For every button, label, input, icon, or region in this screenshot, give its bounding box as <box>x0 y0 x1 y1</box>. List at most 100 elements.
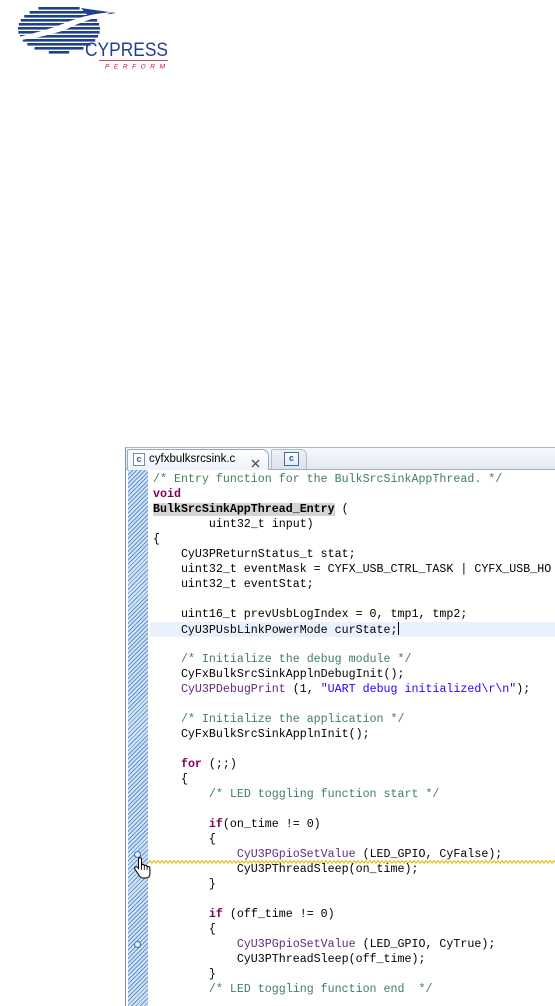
code-line[interactable]: CyU3PGpioSetValue (LED_GPIO, CyFalse); <box>134 847 555 865</box>
code-line[interactable]: } <box>150 967 555 982</box>
code-line[interactable]: if (off_time != 0) <box>150 907 555 922</box>
code-line[interactable]: uint16_t prevUsbLogIndex = 0, tmp1, tmp2… <box>150 607 555 622</box>
code-line[interactable]: uint32_t eventStat; <box>150 577 555 592</box>
plain-token: (off_time != 0) <box>222 908 335 921</box>
plain-token: CyU3PThreadSleep(on_time); <box>153 863 419 876</box>
code-line[interactable]: /* LED toggling function end */ <box>150 982 555 997</box>
code-line[interactable]: { <box>150 772 555 787</box>
code-line[interactable] <box>150 697 555 712</box>
code-line[interactable]: /* LED toggling function start */ <box>150 787 555 802</box>
c-source-file-icon: c <box>133 453 145 466</box>
globe-stripe <box>38 7 80 10</box>
keyword-token: if <box>208 908 223 921</box>
plain-token: (LED_GPIO, CyTrue); <box>355 938 496 951</box>
code-line[interactable]: CyFxBulkSrcSinkApplnDebugInit(); <box>150 667 555 682</box>
ruler-marker-icon[interactable] <box>134 941 141 948</box>
logo-wordmark: CYPRESS <box>85 40 168 61</box>
plain-token: (1, <box>285 683 321 696</box>
code-line[interactable]: if(on_time != 0) <box>150 817 555 832</box>
globe-stripe <box>27 43 91 46</box>
code-text-area[interactable]: /* Entry function for the BulkSrcSinkApp… <box>134 472 555 1006</box>
code-line[interactable]: { <box>150 832 555 847</box>
plain-token: CyFxBulkSrcSinkApplnInit(); <box>153 728 370 741</box>
code-line[interactable] <box>150 802 555 817</box>
comment-token: /* Entry function for the BulkSrcSinkApp… <box>153 473 503 486</box>
globe-stripe <box>29 11 89 14</box>
text-caret <box>397 622 399 635</box>
logo-tagline: PERFORM <box>105 64 166 71</box>
globe-stripe <box>34 47 84 50</box>
code-line[interactable] <box>150 592 555 607</box>
code-line[interactable]: uint32_t input) <box>150 517 555 532</box>
macro-token: CyU3PDebugPrint <box>180 683 286 696</box>
editor-tab-bar: c cyfxbulksrcsink.c c <box>126 448 555 470</box>
comment-token: /* LED toggling function end */ <box>208 983 433 996</box>
code-line[interactable]: CyU3PReturnStatus_t stat; <box>150 547 555 562</box>
code-line[interactable]: CyFxBulkSrcSinkApplnInit(); <box>150 727 555 742</box>
plain-token: (on_time != 0) <box>222 818 321 831</box>
globe-stripe <box>48 51 70 54</box>
code-line[interactable] <box>150 637 555 652</box>
code-line[interactable]: { <box>150 532 555 547</box>
code-line[interactable]: } <box>150 877 555 892</box>
code-line[interactable]: /* Initialize the application */ <box>150 712 555 727</box>
plain-token: { <box>153 533 160 546</box>
vertical-ruler[interactable] <box>128 470 148 1006</box>
plain-token: CyU3PUsbLinkPowerMode curState; <box>153 624 398 637</box>
plain-token: ( <box>334 503 349 516</box>
code-line[interactable]: /* Initialize the debug module */ <box>150 652 555 667</box>
code-line[interactable] <box>150 892 555 907</box>
code-line[interactable]: uint32_t eventMask = CYFX_USB_CTRL_TASK … <box>150 562 555 577</box>
file-icon-glyph: c <box>136 454 142 464</box>
code-line[interactable]: /* Entry function for the BulkSrcSinkApp… <box>150 472 555 487</box>
plain-token: (;;) <box>201 758 237 771</box>
macro-token: CyU3PGpioSetValue <box>236 938 356 951</box>
code-line[interactable]: void <box>150 487 555 502</box>
code-line[interactable]: { <box>150 922 555 937</box>
globe-stripe <box>18 23 100 26</box>
plain-token: { <box>153 833 216 846</box>
string-token: "UART debug initialized\r\n" <box>320 683 517 696</box>
cypress-logo: CYPRESS PERFORM <box>18 7 168 71</box>
plain-token: uint32_t eventMask = CYFX_USB_CTRL_TASK … <box>153 563 552 576</box>
hand-pointer-cursor-icon <box>134 857 151 879</box>
code-line[interactable]: CyU3PThreadSleep(off_time); <box>150 952 555 967</box>
keyword-token: void <box>153 488 181 501</box>
code-editor[interactable]: c cyfxbulksrcsink.c c /* Entry function … <box>125 447 555 1006</box>
code-line[interactable] <box>150 742 555 757</box>
tab-cyfxbulksrcsink-c[interactable]: c cyfxbulksrcsink.c <box>127 449 269 470</box>
code-line[interactable]: CyU3PThreadSleep(on_time); <box>150 862 555 877</box>
code-line[interactable]: CyU3PGpioSetValue (LED_GPIO, CyTrue); <box>134 937 555 952</box>
code-line[interactable]: BulkSrcSinkAppThread_Entry ( <box>150 502 555 517</box>
tab-label: cyfxbulksrcsink.c <box>149 453 236 465</box>
comment-token: /* LED toggling function start */ <box>208 788 440 801</box>
plain-token: } <box>153 878 216 891</box>
tab-second-c-file[interactable]: c <box>271 449 307 469</box>
keyword-token: for <box>180 758 202 771</box>
file-icon-glyph: c <box>288 453 294 463</box>
decl-token: BulkSrcSinkAppThread_Entry <box>153 503 335 516</box>
comment-token: /* Initialize the application */ <box>180 713 405 726</box>
current-code-line[interactable]: CyU3PUsbLinkPowerMode curState; <box>150 622 555 637</box>
plain-token: { <box>153 923 216 936</box>
close-icon[interactable] <box>251 455 260 468</box>
keyword-token: if <box>208 818 223 831</box>
plain-token: CyU3PThreadSleep(off_time); <box>153 953 426 966</box>
plain-token: } <box>153 968 216 981</box>
comment-token: /* Initialize the debug module */ <box>180 653 412 666</box>
plain-token: CyFxBulkSrcSinkApplnDebugInit(); <box>153 668 405 681</box>
plain-token: { <box>153 773 188 786</box>
code-line[interactable]: for (;;) <box>150 757 555 772</box>
c-source-file-icon: c <box>284 452 299 466</box>
code-line[interactable]: CyU3PDebugPrint (1, "UART debug initiali… <box>150 682 555 697</box>
plain-token: uint32_t eventStat; <box>153 578 314 591</box>
